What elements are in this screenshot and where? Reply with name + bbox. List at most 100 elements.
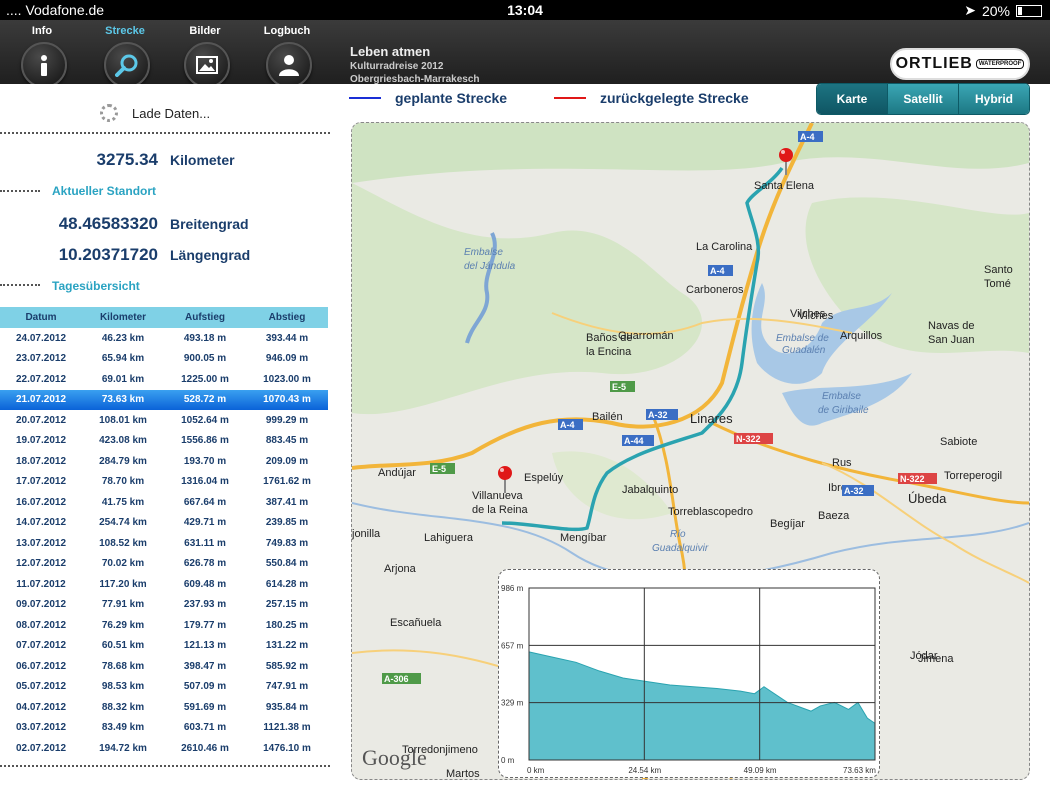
table-cell: 393.44 m [265, 332, 309, 344]
water-label: Embalse [822, 391, 861, 402]
svg-text:A-32: A-32 [844, 486, 864, 496]
image-icon [184, 42, 230, 88]
table-row[interactable]: 12.07.2012 70.02 km 626.78 m 550.84 m [0, 554, 328, 575]
traveled-line-swatch [554, 97, 586, 99]
battery-fill [1018, 6, 1023, 15]
table-row[interactable]: 23.07.2012 65.94 km 900.05 m 946.09 m [0, 349, 328, 370]
table-cell: 1023.00 m [263, 373, 311, 385]
planned-line-swatch [349, 97, 381, 99]
tab-bilder-label: Bilder [189, 25, 221, 37]
table-row[interactable]: 21.07.2012 73.63 km 528.72 m 1070.43 m [0, 389, 328, 410]
search-icon [104, 42, 150, 88]
table-cell: 23.07.2012 [15, 353, 67, 365]
clock: 13:04 [507, 2, 543, 18]
table-cell: 03.07.2012 [15, 722, 67, 734]
table-cell: 19.07.2012 [15, 435, 67, 447]
table-row[interactable]: 06.07.2012 78.68 km 398.47 m 585.92 m [0, 656, 328, 677]
table-row[interactable]: 04.07.2012 88.32 km 591.69 m 935.84 m [0, 697, 328, 718]
place-label: Torreperogil [944, 470, 1002, 482]
table-cell: 16.07.2012 [15, 496, 67, 508]
table-cell: 07.07.2012 [15, 640, 67, 652]
table-header: Datum Kilometer Aufstieg Abstieg [0, 307, 328, 328]
tab-bilder[interactable]: Bilder [165, 20, 245, 90]
table-cell: 70.02 km [101, 558, 145, 570]
tab-logbuch[interactable]: Logbuch [247, 20, 327, 90]
trip-info: Leben atmen Kulturradreise 2012 Obergrie… [350, 44, 480, 85]
table-row[interactable]: 11.07.2012 117.20 km 609.48 m 614.28 m [0, 574, 328, 595]
table-row[interactable]: 16.07.2012 41.75 km 667.64 m 387.41 m [0, 492, 328, 513]
table-row[interactable]: 13.07.2012 108.52 km 631.11 m 749.83 m [0, 533, 328, 554]
divider [0, 765, 330, 767]
table-row[interactable]: 14.07.2012 254.74 km 429.71 m 239.85 m [0, 513, 328, 534]
table-cell: 98.53 km [101, 681, 145, 693]
battery-icon [1016, 4, 1042, 17]
place-label: jonilla [352, 528, 381, 540]
table-cell: 05.07.2012 [15, 681, 67, 693]
table-cell: 528.72 m [164, 389, 246, 410]
table-row[interactable]: 24.07.2012 46.23 km 493.18 m 393.44 m [0, 328, 328, 349]
map-type-karte[interactable]: Karte [817, 84, 887, 114]
table-cell: 1225.00 m [181, 373, 229, 385]
status-right: ➤ 20% [964, 2, 1042, 19]
table-row[interactable]: 19.07.2012 423.08 km 1556.86 m 883.45 m [0, 431, 328, 452]
table-cell: 73.63 km [82, 389, 164, 410]
table-row[interactable]: 03.07.2012 83.49 km 603.71 m 1121.38 m [0, 718, 328, 739]
longitude-value: 10.20371720 [58, 245, 158, 264]
place-label: Andújar [378, 467, 416, 479]
table-cell: 60.51 km [101, 640, 145, 652]
table-cell: 179.77 m [183, 619, 227, 631]
forest-area [352, 183, 703, 415]
table-cell: 117.20 km [99, 578, 147, 590]
water-label: Guadalquivir [652, 543, 709, 554]
table-row[interactable]: 22.07.2012 69.01 km 1225.00 m 1023.00 m [0, 369, 328, 390]
svg-text:A-306: A-306 [384, 674, 409, 684]
place-label: San Juan [928, 334, 974, 346]
status-bar: .... Vodafone.de 13:04 ➤ 20% [0, 0, 1050, 20]
tab-strecke[interactable]: Strecke [85, 20, 165, 90]
tab-info-label: Info [31, 25, 53, 37]
table-row[interactable]: 18.07.2012 284.79 km 193.70 m 209.09 m [0, 451, 328, 472]
place-label: La Carolina [696, 241, 753, 253]
top-toolbar: Info Strecke Bilder Logbuch Leben atmen … [0, 20, 1050, 88]
table-cell: 1070.43 m [246, 389, 328, 410]
table-row[interactable]: 08.07.2012 76.29 km 179.77 m 180.25 m [0, 615, 328, 636]
table-cell: 76.29 km [101, 619, 145, 631]
table-row[interactable]: 20.07.2012 108.01 km 1052.64 m 999.29 m [0, 410, 328, 431]
table-cell: 239.85 m [265, 517, 309, 529]
road-shield: E-5 [430, 463, 455, 474]
table-row[interactable]: 17.07.2012 78.70 km 1316.04 m 1761.62 m [0, 472, 328, 493]
table-row[interactable]: 09.07.2012 77.91 km 237.93 m 257.15 m [0, 595, 328, 616]
divider [0, 284, 40, 286]
x-tick-label: 0 km [527, 766, 545, 775]
table-cell: 77.91 km [101, 599, 145, 611]
svg-text:N-322: N-322 [900, 474, 925, 484]
place-label: Jabalquinto [622, 484, 678, 496]
table-row[interactable]: 05.07.2012 98.53 km 507.09 m 747.91 m [0, 677, 328, 698]
table-row[interactable]: 07.07.2012 60.51 km 121.13 m 131.22 m [0, 636, 328, 657]
table-cell: 631.11 m [184, 537, 226, 549]
place-label: Santa Elena [754, 180, 815, 192]
map-type-satellit[interactable]: Satellit [887, 84, 958, 114]
map-type-hybrid[interactable]: Hybrid [958, 84, 1029, 114]
place-label: Mengíbar [560, 532, 607, 544]
place-label: Santo [984, 264, 1013, 276]
elevation-area [528, 651, 876, 761]
total-distance: 3275.34 Kilometer [0, 150, 330, 170]
table-cell: 946.09 m [265, 353, 309, 365]
table-cell: 493.18 m [183, 332, 227, 344]
total-distance-value: 3275.34 [96, 150, 158, 169]
table-row[interactable]: 02.07.2012 194.72 km 2610.46 m 1476.10 m [0, 738, 328, 759]
current-location-title: Aktueller Standort [52, 184, 157, 198]
table-cell: 254.74 km [99, 517, 147, 529]
table-cell: 614.28 m [265, 578, 309, 590]
water-label: de Giribaile [818, 405, 869, 416]
table-cell: 603.71 m [183, 722, 227, 734]
x-tick-label: 24.54 km [628, 766, 661, 775]
ortlieb-logo[interactable]: ORTLIEB WATERPROOF [890, 48, 1030, 80]
pin-start[interactable] [498, 466, 512, 493]
table-cell: 83.49 km [101, 722, 145, 734]
tab-info[interactable]: Info [2, 20, 82, 90]
place-label: de la Reina [472, 504, 529, 516]
trip-subtitle-2: Obergriesbach-Marrakesch [350, 74, 480, 85]
table-cell: 13.07.2012 [15, 537, 67, 549]
